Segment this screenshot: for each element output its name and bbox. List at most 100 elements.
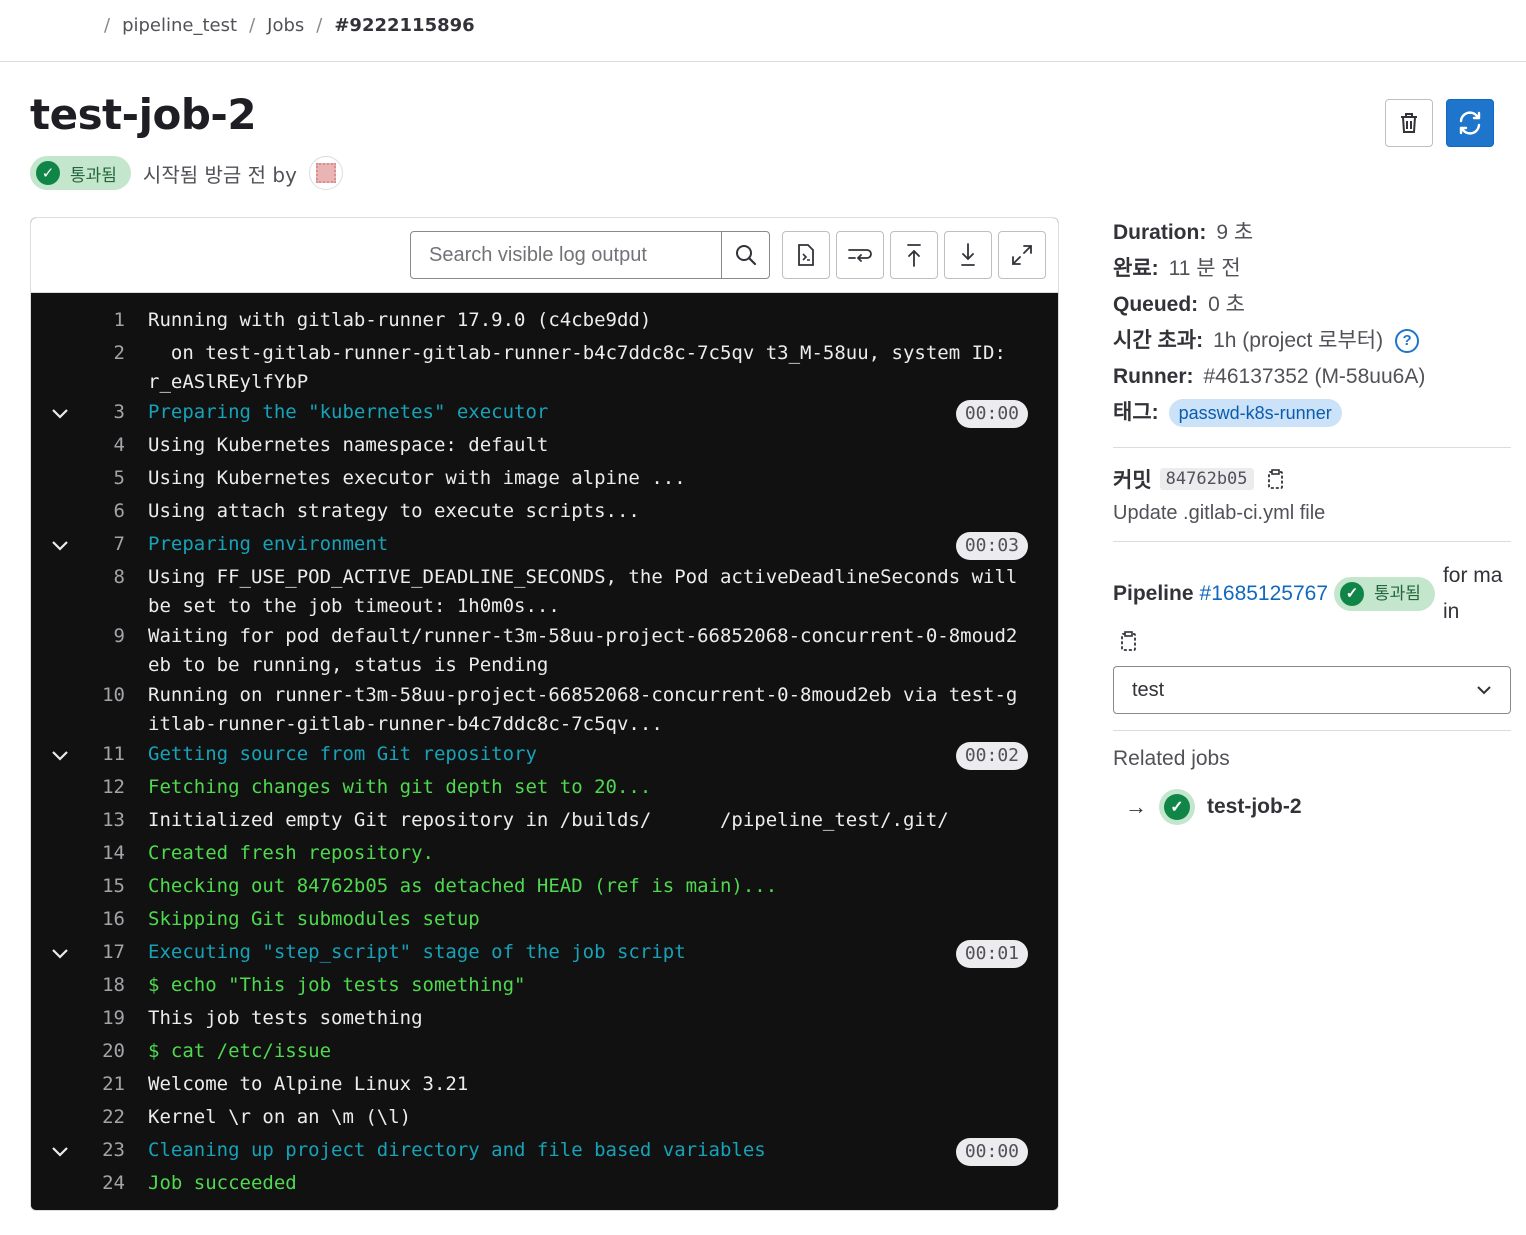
pipeline-status-label: 통과됨 [1374, 584, 1421, 603]
commit-message: Update .gitlab-ci.yml file [1113, 502, 1326, 524]
commit-sha-link[interactable]: 84762b05 [1159, 468, 1254, 490]
log-gutter [31, 1070, 89, 1102]
log-search-input[interactable] [411, 232, 721, 278]
section-duration-badge: 00:03 [955, 532, 1028, 560]
log-line-number[interactable]: 15 [89, 872, 125, 904]
log-line-number[interactable]: 22 [89, 1103, 125, 1135]
chevron-down-icon[interactable] [31, 1136, 89, 1168]
log-line-number[interactable]: 18 [89, 971, 125, 1003]
log-line-number[interactable]: 10 [89, 681, 125, 739]
pipeline-ref-text: for main [1442, 564, 1503, 623]
section-duration-badge: 00:01 [955, 940, 1028, 968]
finished-value: 11 분 전 [1168, 257, 1241, 280]
chevron-down-icon[interactable] [31, 938, 89, 970]
job-sidebar: Duration: 9 초 완료: 11 분 전 Queued: 0 초 시간 초과:… [1113, 215, 1511, 825]
log-line: 18 $ echo "This job tests something" [31, 970, 1058, 1003]
log-gutter [31, 971, 89, 1003]
wrap-lines-button[interactable] [836, 231, 884, 279]
queued-row: Queued: 0 초 [1113, 287, 1511, 323]
log-line: 19 This job tests something [31, 1003, 1058, 1036]
related-job-item[interactable]: → ✓ test-job-2 [1125, 789, 1511, 825]
log-line-number[interactable]: 11 [89, 740, 125, 772]
chevron-down-icon[interactable] [31, 398, 89, 430]
log-line: 24 Job succeeded [31, 1168, 1058, 1201]
log-line: 3 Preparing the "kubernetes" executor 00:0… [31, 397, 1058, 430]
log-gutter [31, 464, 89, 496]
check-icon: ✓ [36, 161, 60, 185]
log-line-number[interactable]: 12 [89, 773, 125, 805]
log-line: 20 $ cat /etc/issue [31, 1036, 1058, 1069]
log-line: 12 Fetching changes with git depth set to… [31, 772, 1058, 805]
log-line-number[interactable]: 6 [89, 497, 125, 529]
log-line-text: Getting source from Git repository [148, 743, 537, 765]
log-line-text: Using Kubernetes namespace: default [148, 434, 549, 456]
search-icon [735, 245, 756, 266]
log-line-number[interactable]: 9 [89, 622, 125, 680]
log-line: 7 Preparing environment 00:03 [31, 529, 1058, 562]
log-line-number[interactable]: 2 [89, 339, 125, 397]
log-line-number[interactable]: 13 [89, 806, 125, 838]
status-success-icon: ✓ [1159, 789, 1195, 825]
log-gutter [31, 681, 89, 713]
log-line-number[interactable]: 5 [89, 464, 125, 496]
log-line: 4 Using Kubernetes namespace: default [31, 430, 1058, 463]
retry-icon [1459, 111, 1481, 135]
avatar[interactable] [308, 156, 343, 190]
log-line: 16 Skipping Git submodules setup [31, 904, 1058, 937]
stage-select[interactable]: test [1113, 666, 1511, 714]
log-line-number[interactable]: 21 [89, 1070, 125, 1102]
scroll-bottom-button[interactable] [944, 231, 992, 279]
log-gutter [31, 622, 89, 654]
log-search-button[interactable] [721, 232, 769, 278]
log-line-number[interactable]: 7 [89, 530, 125, 562]
pipeline-link[interactable]: #1685125767 [1200, 576, 1328, 612]
log-gutter [31, 905, 89, 937]
log-line-text: Initialized empty Git repository in /bui… [148, 809, 949, 831]
log-line-number[interactable]: 17 [89, 938, 125, 970]
log-line-number[interactable]: 14 [89, 839, 125, 871]
runner-value: #46137352 (M-58uu6A) [1203, 365, 1426, 388]
log-line-text: Fetching changes with git depth set to 2… [148, 776, 652, 798]
log-line-number[interactable]: 24 [89, 1169, 125, 1201]
queued-label: Queued: [1113, 293, 1199, 316]
page-title: test-job-2 [30, 90, 257, 139]
log-line-number[interactable]: 16 [89, 905, 125, 937]
log-gutter [31, 563, 89, 595]
chevron-down-icon[interactable] [31, 740, 89, 772]
chevron-down-icon[interactable] [31, 530, 89, 562]
log-line-number[interactable]: 3 [89, 398, 125, 430]
copy-icon[interactable] [1119, 630, 1139, 652]
scroll-top-button[interactable] [890, 231, 938, 279]
arrow-right-icon: → [1125, 794, 1147, 819]
log-line: 9 Waiting for pod default/runner-t3m-58uu… [31, 621, 1058, 680]
log-line-number[interactable]: 19 [89, 1004, 125, 1036]
log-line-number[interactable]: 4 [89, 431, 125, 463]
breadcrumb-current-job[interactable]: #9222115896 [334, 15, 474, 36]
copy-icon[interactable] [1266, 468, 1286, 490]
status-badge[interactable]: ✓ 통과됨 [30, 156, 131, 190]
job-log-output: 1 Running with gitlab-runner 17.9.0 (c4cb… [31, 293, 1058, 1210]
wrap-icon [848, 249, 872, 262]
log-line: 11 Getting source from Git repository 00:0… [31, 739, 1058, 772]
pipeline-status-badge[interactable]: ✓ 통과됨 [1334, 577, 1435, 611]
log-line-text: $ cat /etc/issue [148, 1040, 332, 1062]
related-jobs-title: Related jobs [1113, 747, 1230, 770]
fullscreen-button[interactable] [998, 231, 1046, 279]
show-raw-button[interactable] [782, 231, 830, 279]
log-line-text: $ echo "This job tests something" [148, 974, 526, 996]
log-line: 17 Executing "step_script" stage of the j… [31, 937, 1058, 970]
commit-row: 커밋 84762b05 [1113, 464, 1511, 494]
log-line-number[interactable]: 1 [89, 306, 125, 338]
delete-job-button[interactable] [1385, 99, 1433, 147]
log-line-number[interactable]: 23 [89, 1136, 125, 1168]
scroll-down-icon [961, 243, 975, 266]
breadcrumb-project[interactable]: pipeline_test [122, 15, 237, 36]
retry-job-button[interactable] [1446, 99, 1494, 147]
breadcrumb-jobs[interactable]: Jobs [267, 15, 304, 36]
timeout-label: 시간 초과: [1113, 329, 1204, 352]
scroll-up-icon [907, 244, 921, 267]
question-icon[interactable]: ? [1395, 329, 1420, 353]
log-line-number[interactable]: 8 [89, 563, 125, 621]
divider [1113, 730, 1511, 731]
log-line-number[interactable]: 20 [89, 1037, 125, 1069]
